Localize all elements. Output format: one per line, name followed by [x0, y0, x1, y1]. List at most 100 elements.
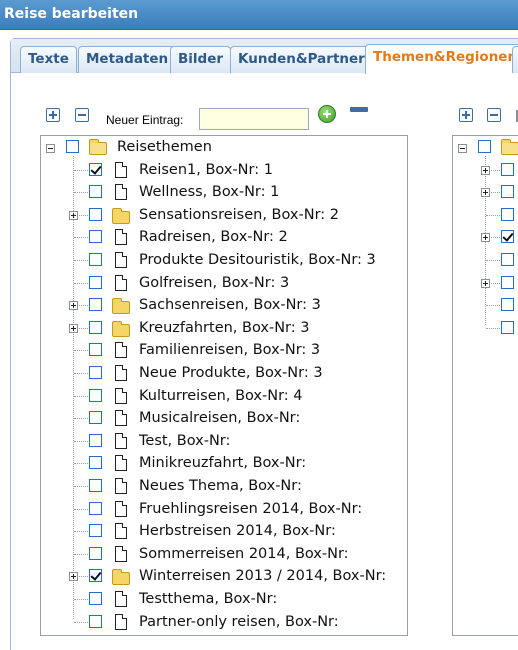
regions-item-checkbox[interactable]	[501, 298, 514, 312]
regions-item-checkbox[interactable]	[501, 185, 514, 199]
folder-open-icon	[89, 139, 107, 155]
regions-branch-line	[486, 327, 500, 329]
document-icon	[115, 500, 127, 517]
regions-item-checkbox[interactable]	[501, 275, 514, 289]
regions-item-checkbox[interactable]	[501, 207, 514, 221]
regions-item-checkbox[interactable]	[501, 320, 514, 334]
regions-item-checkbox[interactable]	[501, 162, 514, 176]
document-icon	[115, 478, 127, 494]
tree-item-label[interactable]: Testthema, Box-Nr:	[139, 590, 277, 608]
expand-all-icon[interactable]	[46, 108, 60, 122]
tree-item-label[interactable]: Partner-only reisen, Box-Nr:	[139, 613, 339, 631]
tree-branch-line	[74, 531, 88, 533]
tree-branch-line	[74, 373, 88, 374]
document-icon	[115, 252, 127, 268]
tab-overflow[interactable]	[512, 46, 518, 73]
tree-item-checkbox[interactable]	[89, 592, 102, 605]
tree-item-label[interactable]: Reisen1, Box-Nr: 1	[139, 161, 273, 179]
regions-expand-node-icon[interactable]	[481, 278, 490, 288]
tree-item-checkbox[interactable]	[89, 569, 102, 583]
tree-item-checkbox[interactable]	[89, 411, 102, 425]
regions-expand-node-icon[interactable]	[481, 233, 490, 243]
folder-icon	[112, 207, 130, 224]
tree-item-checkbox[interactable]	[89, 162, 102, 176]
tree-item-checkbox[interactable]	[89, 230, 102, 244]
tree-item-checkbox[interactable]	[89, 343, 102, 357]
tree-item-checkbox[interactable]	[89, 614, 102, 628]
tree-item-label[interactable]: Neue Produkte, Box-Nr: 3	[139, 364, 323, 382]
tab-kunden-partner[interactable]: Kunden&Partner	[230, 46, 373, 73]
document-icon	[115, 365, 127, 381]
document-icon	[115, 545, 127, 562]
tree-item-checkbox[interactable]	[89, 253, 102, 266]
tree-item-checkbox[interactable]	[89, 546, 102, 560]
expand-node-icon[interactable]	[69, 572, 78, 582]
regions-root-checkbox[interactable]	[478, 140, 491, 153]
tree-item-checkbox[interactable]	[89, 388, 102, 402]
expand-node-icon[interactable]	[69, 301, 78, 311]
tab-bilder[interactable]: Bilder	[170, 46, 232, 73]
tree-branch-line	[74, 418, 88, 420]
tree-item-checkbox[interactable]	[89, 298, 102, 312]
tree-item-checkbox[interactable]	[89, 524, 102, 538]
tree-item-checkbox[interactable]	[89, 433, 102, 447]
tree-item-label[interactable]: Sensationsreisen, Box-Nr: 2	[139, 206, 339, 224]
tree-item-checkbox[interactable]	[89, 501, 102, 515]
regions-root-collapse-icon[interactable]	[458, 144, 467, 153]
tree-branch-line	[74, 260, 88, 261]
root-checkbox[interactable]	[66, 140, 79, 153]
tree-item-label[interactable]: Test, Box-Nr:	[139, 432, 230, 450]
document-icon	[115, 274, 127, 291]
tree-branch-line	[74, 395, 88, 397]
tree-item-label[interactable]: Produkte Desitouristik, Box-Nr: 3	[139, 251, 376, 269]
tree-item-label[interactable]: Fruehlingsreisen 2014, Box-Nr:	[139, 500, 362, 518]
document-icon	[115, 410, 127, 427]
tab-themen-regionen[interactable]: Themen&Regionen	[365, 44, 518, 74]
tab-metadaten[interactable]: Metadaten	[78, 46, 177, 73]
window-titlebar: Reise bearbeiten	[0, 0, 518, 30]
tree-item-label[interactable]: Neues Thema, Box-Nr:	[139, 477, 302, 495]
tab-texte[interactable]: Texte	[20, 46, 77, 73]
tree-item-label[interactable]: Kulturreisen, Box-Nr: 4	[139, 387, 303, 405]
tree-item-label[interactable]: Golfreisen, Box-Nr: 3	[139, 274, 289, 292]
expand-node-icon[interactable]	[69, 210, 78, 220]
tree-item-label[interactable]: Radreisen, Box-Nr: 2	[139, 228, 288, 246]
tree-branch-line	[74, 237, 88, 239]
tree-branch-line	[74, 463, 88, 465]
tree-item-label[interactable]: Minikreuzfahrt, Box-Nr:	[139, 454, 306, 472]
regions-item-checkbox[interactable]	[501, 230, 514, 244]
add-entry-icon[interactable]	[318, 105, 336, 123]
regions-expand-all-icon[interactable]	[459, 108, 473, 122]
tree-item-label[interactable]: Musicalreisen, Box-Nr:	[139, 409, 300, 427]
tree-item-label[interactable]: Kreuzfahrten, Box-Nr: 3	[139, 319, 310, 337]
collapse-all-icon[interactable]	[75, 108, 89, 122]
regions-item-checkbox[interactable]	[501, 253, 514, 266]
tree-item-checkbox[interactable]	[89, 207, 102, 221]
tree-item-label[interactable]: Winterreisen 2013 / 2014, Box-Nr:	[139, 567, 386, 585]
regions-collapse-all-icon[interactable]	[487, 108, 501, 122]
tree-item-label[interactable]: Wellness, Box-Nr: 1	[139, 183, 279, 201]
tree-item-checkbox[interactable]	[89, 479, 102, 492]
regions-expand-node-icon[interactable]	[481, 188, 490, 198]
document-icon	[115, 229, 127, 246]
tree-item-label[interactable]: Familienreisen, Box-Nr: 3	[139, 341, 320, 359]
tree-branch-line	[74, 440, 88, 442]
tree-item-checkbox[interactable]	[89, 275, 102, 289]
root-collapse-icon[interactable]	[46, 144, 55, 153]
regions-folder-open-icon	[501, 139, 518, 155]
document-icon	[115, 455, 127, 472]
regions-expand-node-icon[interactable]	[481, 165, 490, 175]
document-icon	[115, 184, 127, 201]
tree-branch-line	[74, 169, 88, 171]
tree-item-checkbox[interactable]	[89, 456, 102, 470]
tree-item-checkbox[interactable]	[89, 185, 102, 199]
remove-entry-icon[interactable]	[350, 107, 368, 112]
tree-item-checkbox[interactable]	[89, 320, 102, 334]
expand-node-icon[interactable]	[69, 323, 78, 333]
tree-item-checkbox[interactable]	[89, 366, 102, 379]
new-entry-input[interactable]	[199, 108, 309, 130]
document-icon	[115, 161, 127, 178]
tree-item-label[interactable]: Herbstreisen 2014, Box-Nr:	[139, 522, 336, 540]
tree-item-label[interactable]: Sommerreisen 2014, Box-Nr:	[139, 545, 349, 563]
tree-item-label[interactable]: Sachsenreisen, Box-Nr: 3	[139, 296, 321, 314]
